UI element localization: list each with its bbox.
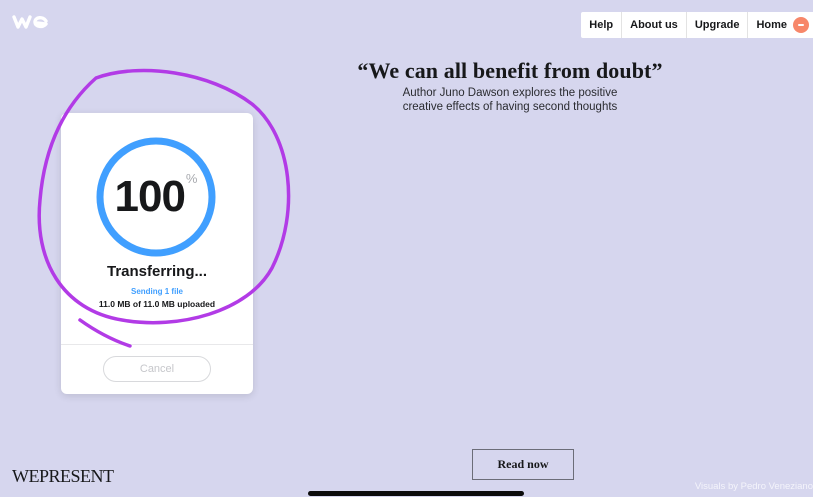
nav-upgrade-link[interactable]: Upgrade — [687, 12, 749, 38]
wepresent-brand[interactable]: WEPRESENT — [12, 466, 114, 487]
transfer-panel: 100 % Transferring... Sending 1 file 11.… — [61, 113, 253, 394]
feature-quote: “We can all benefit from doubt” — [357, 58, 663, 83]
home-indicator — [308, 491, 524, 496]
nav-about-label: About us — [630, 19, 678, 31]
read-now-button[interactable]: Read now — [472, 449, 574, 480]
cancel-button[interactable]: Cancel — [103, 356, 211, 382]
visuals-credit: Visuals by Pedro Veneziano — [694, 481, 813, 492]
panel-divider — [61, 344, 253, 345]
feature-description-line-1: Author Juno Dawson explores the positive — [402, 87, 618, 99]
nav-home-label: Home — [756, 19, 787, 31]
progress-percent-value: 100 — [114, 172, 186, 221]
top-nav: Help About us Upgrade Home — [581, 12, 813, 38]
nav-home-link[interactable]: Home — [748, 12, 813, 38]
nav-upgrade-label: Upgrade — [694, 19, 740, 31]
transfer-status: Sending 1 file — [130, 287, 183, 296]
avatar[interactable] — [793, 17, 809, 33]
feature-headline: “We can all benefit from doubt” Author J… — [310, 58, 710, 114]
wetransfer-logo-icon[interactable] — [12, 12, 56, 32]
transfer-title: Transferring... — [106, 263, 208, 280]
progress-percent: 100 % — [94, 135, 218, 259]
feature-description-line-2: creative effects of having second though… — [402, 101, 618, 113]
progress-percent-sign: % — [185, 171, 198, 186]
transfer-uploaded-size: 11.0 MB of 11.0 MB uploaded — [98, 299, 216, 309]
nav-about-link[interactable]: About us — [622, 12, 687, 38]
nav-help-link[interactable]: Help — [581, 12, 623, 38]
nav-help-label: Help — [589, 19, 614, 31]
feature-description: Author Juno Dawson explores the positive… — [310, 86, 710, 114]
